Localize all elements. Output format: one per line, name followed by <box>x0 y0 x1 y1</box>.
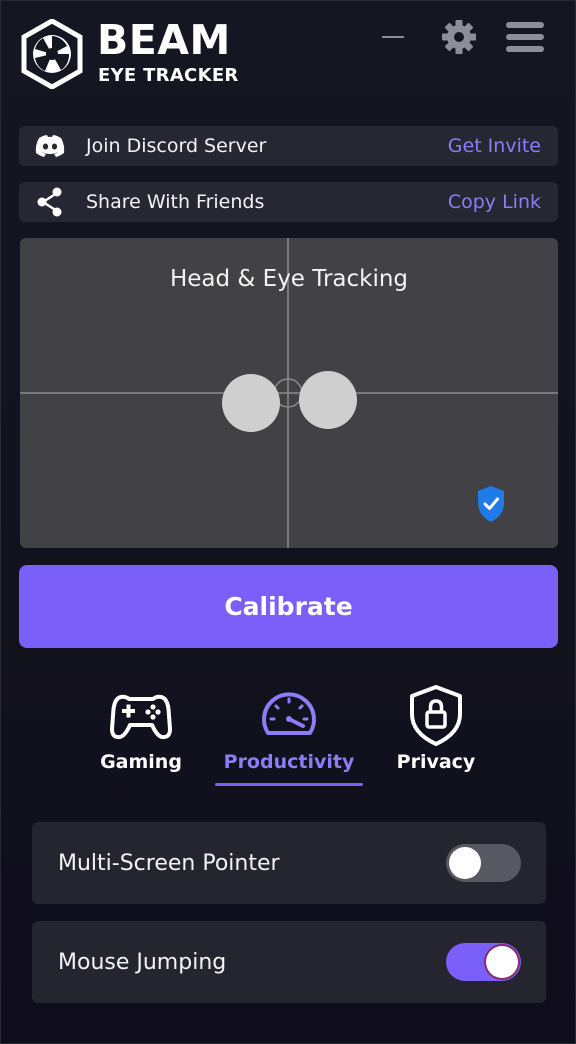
toggle-knob <box>449 847 481 879</box>
multi-screen-pointer-row: Multi-Screen Pointer <box>32 822 546 904</box>
tab-privacy-label: Privacy <box>396 751 476 773</box>
shield-lock-icon <box>410 685 462 746</box>
tracking-title: Head & Eye Tracking <box>169 266 409 292</box>
multi-screen-pointer-toggle[interactable] <box>446 844 521 882</box>
tab-productivity-label: Productivity <box>223 751 355 773</box>
gear-icon <box>442 20 476 54</box>
multi-screen-pointer-label: Multi-Screen Pointer <box>58 850 280 876</box>
share-bar: Share With Friends Copy Link <box>19 182 558 222</box>
tab-gaming[interactable]: Gaming <box>67 683 215 787</box>
share-icon <box>35 187 65 217</box>
tab-productivity[interactable]: Productivity <box>215 683 363 787</box>
tab-privacy[interactable]: Privacy <box>362 683 510 787</box>
app-subtitle: EYE TRACKER <box>98 65 239 86</box>
mouse-jumping-row: Mouse Jumping <box>32 921 546 1003</box>
calibrate-button[interactable]: Calibrate <box>19 565 558 648</box>
selected-tab-indicator <box>215 783 363 786</box>
toggle-knob <box>486 946 518 978</box>
menu-button[interactable] <box>501 15 549 59</box>
app-title: BEAM <box>97 16 231 64</box>
beam-app-window: BEAM EYE TRACKER Join Discord Server Get… <box>0 0 576 1044</box>
mouse-jumping-label: Mouse Jumping <box>58 949 227 975</box>
minimize-button[interactable] <box>379 15 407 59</box>
speedometer-icon <box>262 692 316 735</box>
settings-button[interactable] <box>437 15 481 59</box>
mouse-jumping-toggle[interactable] <box>446 943 521 981</box>
get-invite-link[interactable]: Get Invite <box>448 135 541 157</box>
discord-label: Join Discord Server <box>86 135 267 157</box>
hamburger-menu-icon <box>506 22 544 52</box>
right-eye-marker <box>299 371 357 429</box>
left-eye-marker <box>222 374 280 432</box>
tracking-preview: Head & Eye Tracking <box>20 238 558 548</box>
copy-link-button[interactable]: Copy Link <box>448 191 541 213</box>
share-label: Share With Friends <box>86 191 265 213</box>
shield-check-icon <box>478 486 504 522</box>
discord-bar: Join Discord Server Get Invite <box>19 126 558 166</box>
beam-logo-icon <box>21 18 83 90</box>
tab-gaming-label: Gaming <box>100 751 182 773</box>
minimize-icon <box>382 36 404 38</box>
discord-icon <box>35 131 65 161</box>
gamepad-icon <box>110 694 172 740</box>
